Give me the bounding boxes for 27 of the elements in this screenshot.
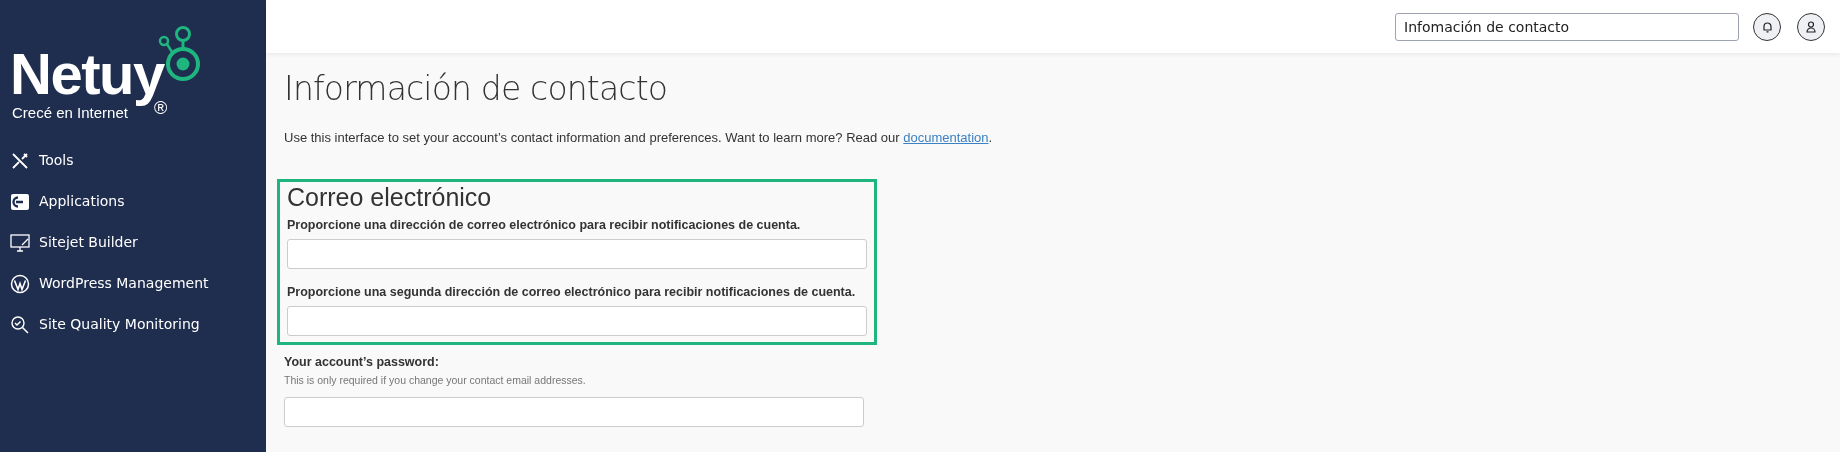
user-icon [1806, 20, 1816, 33]
sidebar-item[interactable]: Sitejet Builder [0, 222, 266, 263]
magnifier-icon [10, 314, 30, 335]
monitor-icon [10, 232, 30, 253]
field-label: Your account’s password: [284, 354, 440, 371]
wordpress-icon [10, 273, 30, 294]
bell-icon [1761, 20, 1773, 33]
user-button[interactable] [1797, 12, 1825, 41]
documentation-link[interactable]: documentation [903, 130, 989, 145]
tools-icon [10, 150, 30, 171]
field-label: Proporcione una dirección de correo electrónico para recibir notificaciones de cuenta. [287, 217, 802, 234]
section-title: Correo electrónico [287, 182, 493, 212]
sidebar-item[interactable]: WordPress Management [0, 263, 266, 304]
sidebar-item[interactable]: Applications [0, 181, 266, 222]
help-text: This is only required if you change your contact email addresses. [284, 373, 587, 387]
email-field[interactable] [287, 239, 867, 269]
email-field[interactable] [287, 306, 867, 336]
sidebar-item[interactable]: Site Quality Monitoring [0, 304, 266, 345]
page-description: Use this interface to set your account’s contact information and preferences. Want to learn more? Read our documentation. [284, 129, 994, 147]
applications-icon [10, 191, 30, 212]
page-title: Información de contacto [284, 68, 669, 110]
password-field[interactable] [284, 397, 864, 427]
field-label: Proporcione una segunda dirección de correo electrónico para recibir notificaciones de cuenta. [287, 284, 857, 301]
sidebar-item[interactable]: Tools [0, 140, 266, 181]
notifications-button[interactable] [1753, 12, 1781, 41]
logo-tagline: Crecé en Internet [12, 104, 128, 122]
search-field[interactable]: Infomación de contacto [1395, 12, 1739, 41]
